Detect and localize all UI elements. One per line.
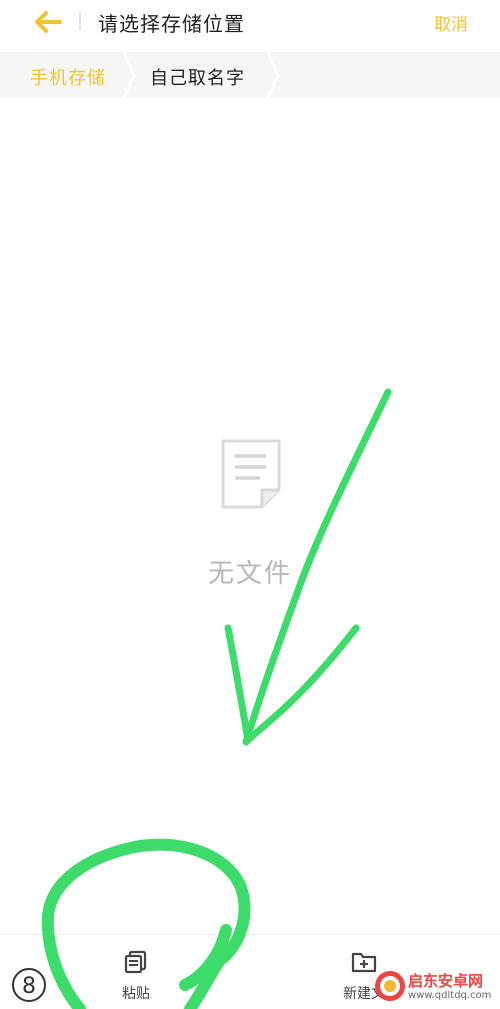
- header: 请选择存储位置 取消: [0, 0, 500, 50]
- paste-button[interactable]: 粘贴: [96, 949, 176, 1003]
- file-save-location-screen: 请选择存储位置 取消 手机存储 自己取名字 无文件 粘贴 新建文 8 启东安卓网…: [0, 0, 500, 1009]
- breadcrumb-item-current-folder[interactable]: 自己取名字: [150, 64, 245, 90]
- breadcrumb-item-phone-storage[interactable]: 手机存储: [30, 64, 106, 90]
- page-title: 请选择存储位置: [98, 12, 245, 36]
- paste-label: 粘贴: [122, 986, 150, 1002]
- chevron-right-icon: [122, 52, 136, 98]
- page-indicator-badge: 8: [12, 968, 46, 1002]
- header-divider: [79, 12, 81, 30]
- chevron-right-icon: [266, 52, 280, 98]
- paste-icon: [124, 950, 147, 974]
- back-button[interactable]: [30, 8, 66, 36]
- watermark-name: 启东安卓网: [408, 972, 484, 990]
- watermark-url: www.qdltdq.com: [408, 990, 492, 1001]
- watermark: 启东安卓网 www.qdltdq.com: [372, 968, 500, 1006]
- watermark-logo-icon: [375, 971, 405, 1001]
- empty-state-text: 无文件: [207, 559, 292, 589]
- page-indicator-number: 8: [22, 974, 36, 999]
- breadcrumb: 手机存储 自己取名字: [0, 52, 500, 98]
- cancel-button[interactable]: 取消: [434, 10, 468, 35]
- document-icon: [221, 439, 281, 509]
- annotation-arrow-head: [224, 624, 360, 744]
- arrow-left-icon: [35, 11, 62, 33]
